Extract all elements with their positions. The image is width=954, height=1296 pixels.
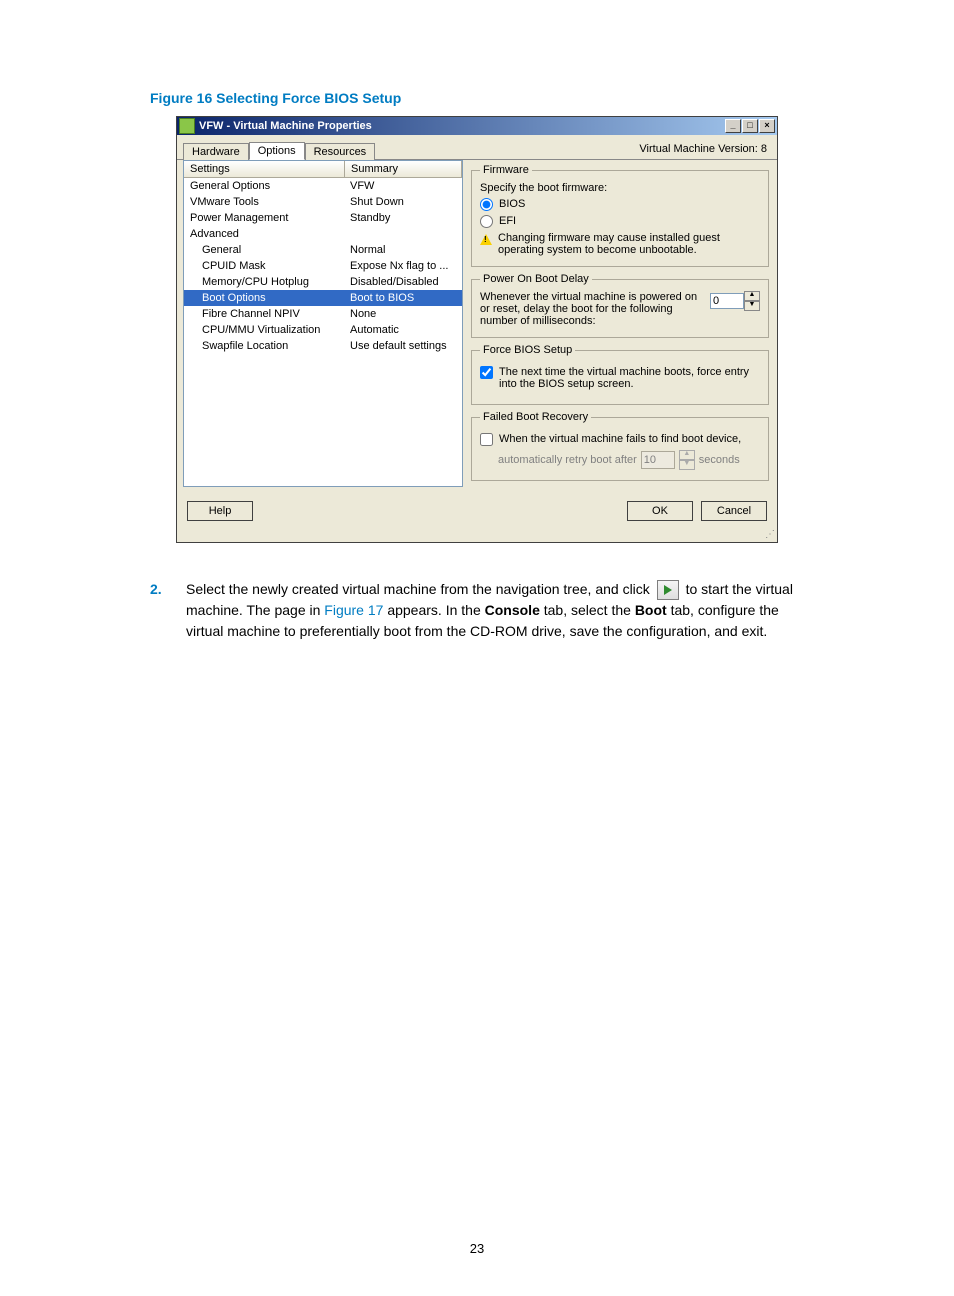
retry-suffix: seconds bbox=[699, 454, 740, 466]
failedboot-legend: Failed Boot Recovery bbox=[480, 411, 591, 423]
maximize-button[interactable]: □ bbox=[742, 119, 758, 133]
table-row[interactable]: Memory/CPU HotplugDisabled/Disabled bbox=[184, 274, 462, 290]
setting-cell: General bbox=[184, 243, 344, 257]
titlebar: VFW - Virtual Machine Properties _ □ × bbox=[177, 117, 777, 135]
setting-cell: Boot Options bbox=[184, 291, 344, 305]
help-button[interactable]: Help bbox=[187, 501, 253, 521]
setting-cell: Power Management bbox=[184, 211, 344, 225]
spinner-down[interactable]: ▼ bbox=[744, 301, 760, 311]
vm-version: Virtual Machine Version: 8 bbox=[639, 143, 771, 155]
play-icon[interactable] bbox=[657, 580, 679, 600]
forcebios-legend: Force BIOS Setup bbox=[480, 344, 575, 356]
firmware-group: Firmware Specify the boot firmware: BIOS… bbox=[471, 164, 769, 267]
table-row[interactable]: General OptionsVFW bbox=[184, 178, 462, 194]
cancel-button[interactable]: Cancel bbox=[701, 501, 767, 521]
summary-cell: Expose Nx flag to ... bbox=[344, 259, 462, 273]
summary-cell: Boot to BIOS bbox=[344, 291, 462, 305]
setting-cell: Memory/CPU Hotplug bbox=[184, 275, 344, 289]
tab-hardware[interactable]: Hardware bbox=[183, 143, 249, 160]
poweron-legend: Power On Boot Delay bbox=[480, 273, 592, 285]
radio-bios[interactable] bbox=[480, 198, 493, 211]
setting-cell: VMware Tools bbox=[184, 195, 344, 209]
table-row[interactable]: CPU/MMU VirtualizationAutomatic bbox=[184, 322, 462, 338]
vm-properties-window: VFW - Virtual Machine Properties _ □ × H… bbox=[176, 116, 778, 543]
retry-seconds-input bbox=[641, 451, 675, 469]
tab-row: Hardware Options Resources Virtual Machi… bbox=[177, 135, 777, 159]
summary-cell: Use default settings bbox=[344, 339, 462, 353]
summary-cell: VFW bbox=[344, 179, 462, 193]
header-settings[interactable]: Settings bbox=[184, 161, 345, 177]
table-row[interactable]: Advanced bbox=[184, 226, 462, 242]
setting-cell: CPUID Mask bbox=[184, 259, 344, 273]
tab-options[interactable]: Options bbox=[249, 142, 305, 160]
radio-efi-label: EFI bbox=[499, 215, 516, 227]
minimize-button[interactable]: _ bbox=[725, 119, 741, 133]
header-summary[interactable]: Summary bbox=[345, 161, 462, 177]
table-row[interactable]: Swapfile LocationUse default settings bbox=[184, 338, 462, 354]
firmware-label: Specify the boot firmware: bbox=[480, 182, 760, 194]
table-row[interactable]: Fibre Channel NPIVNone bbox=[184, 306, 462, 322]
figure-caption: Figure 16 Selecting Force BIOS Setup bbox=[150, 90, 804, 106]
page-number: 23 bbox=[0, 1241, 954, 1256]
poweron-text: Whenever the virtual machine is powered … bbox=[480, 291, 704, 327]
setting-cell: CPU/MMU Virtualization bbox=[184, 323, 344, 337]
summary-cell: Automatic bbox=[344, 323, 462, 337]
table-row[interactable]: Power ManagementStandby bbox=[184, 210, 462, 226]
step-text: Select the newly created virtual machine… bbox=[186, 579, 804, 642]
poweron-delay-input[interactable] bbox=[710, 293, 744, 309]
table-row[interactable]: CPUID MaskExpose Nx flag to ... bbox=[184, 258, 462, 274]
setting-cell: Fibre Channel NPIV bbox=[184, 307, 344, 321]
warning-icon bbox=[480, 234, 492, 245]
vm-icon bbox=[179, 118, 195, 134]
table-row[interactable]: GeneralNormal bbox=[184, 242, 462, 258]
radio-efi[interactable] bbox=[480, 215, 493, 228]
failedboot-text: When the virtual machine fails to find b… bbox=[499, 433, 741, 445]
retry-spinner-up: ▲ bbox=[679, 450, 695, 460]
summary-cell: None bbox=[344, 307, 462, 321]
summary-cell: Standby bbox=[344, 211, 462, 225]
tab-resources[interactable]: Resources bbox=[305, 143, 376, 160]
window-title: VFW - Virtual Machine Properties bbox=[199, 120, 725, 132]
spinner-up[interactable]: ▲ bbox=[744, 291, 760, 301]
setting-cell: Swapfile Location bbox=[184, 339, 344, 353]
forcebios-text: The next time the virtual machine boots,… bbox=[499, 366, 760, 390]
firmware-warning: Changing firmware may cause installed gu… bbox=[498, 232, 760, 256]
table-row[interactable]: VMware ToolsShut Down bbox=[184, 194, 462, 210]
forcebios-group: Force BIOS Setup The next time the virtu… bbox=[471, 344, 769, 405]
radio-bios-label: BIOS bbox=[499, 198, 525, 210]
summary-cell: Shut Down bbox=[344, 195, 462, 209]
table-row[interactable]: Boot OptionsBoot to BIOS bbox=[184, 290, 462, 306]
failedboot-checkbox[interactable] bbox=[480, 433, 493, 446]
step-number: 2. bbox=[150, 579, 186, 642]
setting-cell: General Options bbox=[184, 179, 344, 193]
retry-prefix: automatically retry boot after bbox=[498, 454, 637, 466]
setting-cell: Advanced bbox=[184, 227, 344, 241]
figure-link[interactable]: Figure 17 bbox=[324, 602, 383, 618]
resize-grip[interactable]: ⋰ bbox=[177, 531, 777, 542]
summary-cell bbox=[344, 227, 462, 241]
summary-cell: Disabled/Disabled bbox=[344, 275, 462, 289]
retry-spinner-down: ▼ bbox=[679, 460, 695, 470]
forcebios-checkbox[interactable] bbox=[480, 366, 493, 379]
failedboot-group: Failed Boot Recovery When the virtual ma… bbox=[471, 411, 769, 481]
ok-button[interactable]: OK bbox=[627, 501, 693, 521]
firmware-legend: Firmware bbox=[480, 164, 532, 176]
settings-table: Settings Summary General OptionsVFWVMwar… bbox=[183, 160, 463, 487]
poweron-group: Power On Boot Delay Whenever the virtual… bbox=[471, 273, 769, 338]
close-button[interactable]: × bbox=[759, 119, 775, 133]
summary-cell: Normal bbox=[344, 243, 462, 257]
